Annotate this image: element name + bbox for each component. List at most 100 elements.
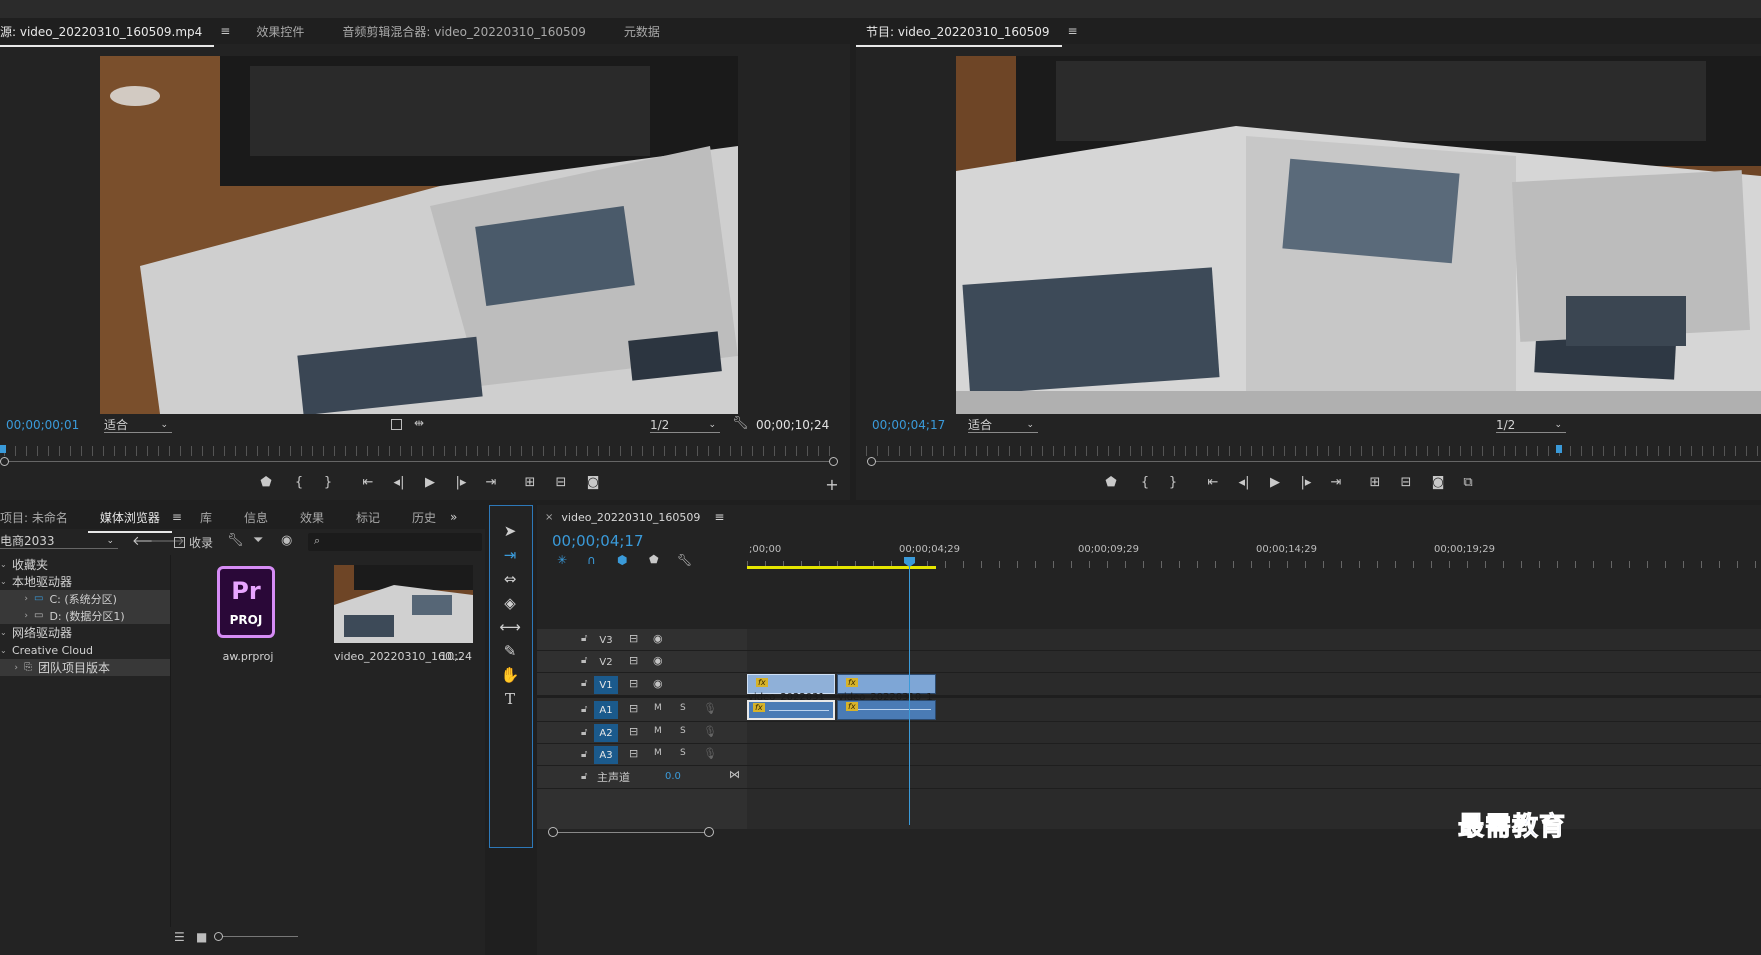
- add-marker-icon[interactable]: ⬢: [617, 553, 627, 567]
- source-zoom-bar[interactable]: [4, 461, 834, 462]
- mark-in-icon[interactable]: {: [290, 473, 308, 491]
- lock-icon[interactable]: 🔓︎: [581, 771, 587, 782]
- wrench-icon[interactable]: 🔧︎: [732, 416, 749, 431]
- button-editor-icon[interactable]: +: [823, 475, 841, 494]
- timeline-tab[interactable]: × video_20220310_160509 ≡: [545, 510, 724, 524]
- mute-button[interactable]: M: [654, 748, 662, 758]
- menu-icon[interactable]: ≡: [172, 510, 182, 524]
- tab-media-browser[interactable]: 媒体浏览器: [87, 509, 172, 533]
- ingest-checkbox[interactable]: [174, 537, 185, 548]
- go-to-in-icon[interactable]: ⇤: [1204, 473, 1222, 491]
- timeline-scrollbar[interactable]: [553, 832, 709, 833]
- program-zoom-bar[interactable]: [870, 461, 1761, 462]
- zoom-handle-right[interactable]: [829, 457, 838, 466]
- master-volume[interactable]: 0.0: [665, 771, 681, 782]
- video-clip-1[interactable]: fxvideo_2022031: [747, 674, 835, 703]
- icon-view-icon[interactable]: ■: [196, 930, 207, 944]
- lock-icon[interactable]: 🔓︎: [581, 655, 587, 666]
- tab-program[interactable]: 节目: video_20220310_160509: [856, 23, 1062, 47]
- menu-icon[interactable]: ≡: [714, 510, 724, 524]
- tree-item-creative-cloud[interactable]: ⌄ Creative Cloud: [0, 642, 170, 659]
- snap-icon[interactable]: ✳: [557, 553, 567, 567]
- tab-history[interactable]: 历史: [400, 509, 448, 526]
- tree-item-drive-d[interactable]: › ▭ D: (数据分区1): [0, 607, 170, 624]
- tab-source[interactable]: 源: video_20220310_160509.mp4: [0, 23, 215, 47]
- audio-clip-2[interactable]: fx: [837, 700, 936, 720]
- file-item[interactable]: Pr PROJ aw.prproj: [172, 558, 324, 668]
- export-frame-icon[interactable]: ◙: [584, 473, 602, 491]
- panel-overflow-icon[interactable]: »: [450, 510, 457, 524]
- sync-lock-icon[interactable]: ⊟: [629, 725, 638, 738]
- menu-icon[interactable]: ≡: [220, 24, 230, 38]
- track-a1[interactable]: A1: [594, 701, 618, 719]
- track-a2[interactable]: A2: [594, 724, 618, 742]
- safe-margins-icon[interactable]: [391, 419, 402, 430]
- filter-icon[interactable]: ⏷: [253, 533, 263, 548]
- linked-selection-icon[interactable]: ∩: [587, 553, 596, 567]
- eye-icon[interactable]: ◉: [653, 632, 663, 645]
- microphone-icon[interactable]: 🎙︎: [703, 725, 717, 738]
- wrench-icon[interactable]: 🔧︎: [677, 553, 692, 567]
- mark-out-icon[interactable]: }: [1164, 473, 1182, 491]
- work-area-bar[interactable]: [747, 566, 936, 569]
- solo-button[interactable]: S: [680, 748, 686, 758]
- tab-markers[interactable]: 标记: [344, 509, 392, 526]
- track-v3[interactable]: V3: [594, 631, 618, 649]
- sync-lock-icon[interactable]: ⊟: [629, 747, 638, 760]
- program-resolution-select[interactable]: 1/2 ⌄: [1496, 417, 1566, 433]
- mute-button[interactable]: M: [654, 703, 662, 713]
- tree-item-team-projects[interactable]: › ⎘ 团队项目版本: [0, 659, 170, 676]
- playhead-line[interactable]: [909, 561, 910, 825]
- tab-effect-controls[interactable]: 效果控件: [244, 23, 316, 40]
- microphone-icon[interactable]: 🎙︎: [703, 702, 717, 715]
- mute-button[interactable]: M: [654, 726, 662, 736]
- tree-item-favorites[interactable]: ⌄ 收藏夹: [0, 556, 170, 573]
- tree-item-network-drives[interactable]: ⌄ 网络驱动器: [0, 624, 170, 641]
- step-forward-icon[interactable]: |▸: [1297, 473, 1315, 491]
- marker-icon[interactable]: ⬟: [649, 553, 659, 566]
- lock-icon[interactable]: 🔓︎: [581, 633, 587, 644]
- drive-select[interactable]: 电商2033 ⌄: [0, 533, 118, 549]
- track-select-tool-icon[interactable]: ⇥: [494, 544, 526, 566]
- razor-tool-icon[interactable]: ◈: [494, 592, 526, 614]
- tab-libraries[interactable]: 库: [188, 509, 224, 526]
- lock-icon[interactable]: 🔓︎: [581, 749, 587, 760]
- tab-project[interactable]: 项目: 未命名: [0, 509, 80, 526]
- sync-lock-icon[interactable]: ⊟: [629, 632, 638, 645]
- overwrite-icon[interactable]: ⊟: [552, 473, 570, 491]
- source-playhead-marker[interactable]: [0, 445, 6, 453]
- tree-item-drive-c[interactable]: › ▭ C: (系统分区): [0, 590, 170, 607]
- wrench-icon[interactable]: 🔧︎: [227, 533, 244, 548]
- compare-view-icon[interactable]: ⧉: [1459, 473, 1477, 491]
- audio-clip-1[interactable]: fx: [747, 700, 835, 720]
- step-forward-icon[interactable]: |▸: [452, 473, 470, 491]
- file-item[interactable]: video_20220310_160... 10;24: [328, 558, 480, 668]
- tab-audio-clip-mixer[interactable]: 音频剪辑混合器: video_20220310_160509: [330, 23, 598, 40]
- sync-lock-icon[interactable]: ⊟: [629, 702, 638, 715]
- play-icon[interactable]: ▶: [1266, 473, 1284, 491]
- insert-icon[interactable]: ⊞: [521, 473, 539, 491]
- microphone-icon[interactable]: 🎙︎: [703, 747, 717, 760]
- lift-icon[interactable]: ⊞: [1366, 473, 1384, 491]
- scroll-handle-right[interactable]: [704, 827, 714, 837]
- timeline-timecode[interactable]: 00;00;04;17: [552, 532, 644, 550]
- track-v1[interactable]: V1: [594, 676, 618, 694]
- source-timecode-in[interactable]: 00;00;00;01: [6, 418, 79, 432]
- program-time-ruler[interactable]: [866, 446, 1761, 456]
- zoom-slider[interactable]: [218, 936, 298, 937]
- zoom-handle-left[interactable]: [0, 457, 9, 466]
- zoom-handle-left[interactable]: [867, 457, 876, 466]
- master-skip-icon[interactable]: ⋈: [729, 768, 740, 781]
- timeline-ruler[interactable]: ;00;00 00;00;04;29 00;00;09;29 00;00;14;…: [747, 541, 1761, 571]
- track-v2[interactable]: V2: [594, 653, 618, 671]
- add-marker-icon[interactable]: ⬟: [1102, 473, 1120, 491]
- view-icon[interactable]: ◉: [281, 533, 292, 548]
- eye-icon[interactable]: ◉: [653, 677, 663, 690]
- solo-button[interactable]: S: [680, 703, 686, 713]
- program-fit-select[interactable]: 适合 ⌄: [968, 417, 1038, 433]
- lock-icon[interactable]: 🔓︎: [581, 727, 587, 738]
- track-a3[interactable]: A3: [594, 746, 618, 764]
- tab-effects[interactable]: 效果: [288, 509, 336, 526]
- type-tool-icon[interactable]: T: [494, 688, 526, 710]
- solo-button[interactable]: S: [680, 726, 686, 736]
